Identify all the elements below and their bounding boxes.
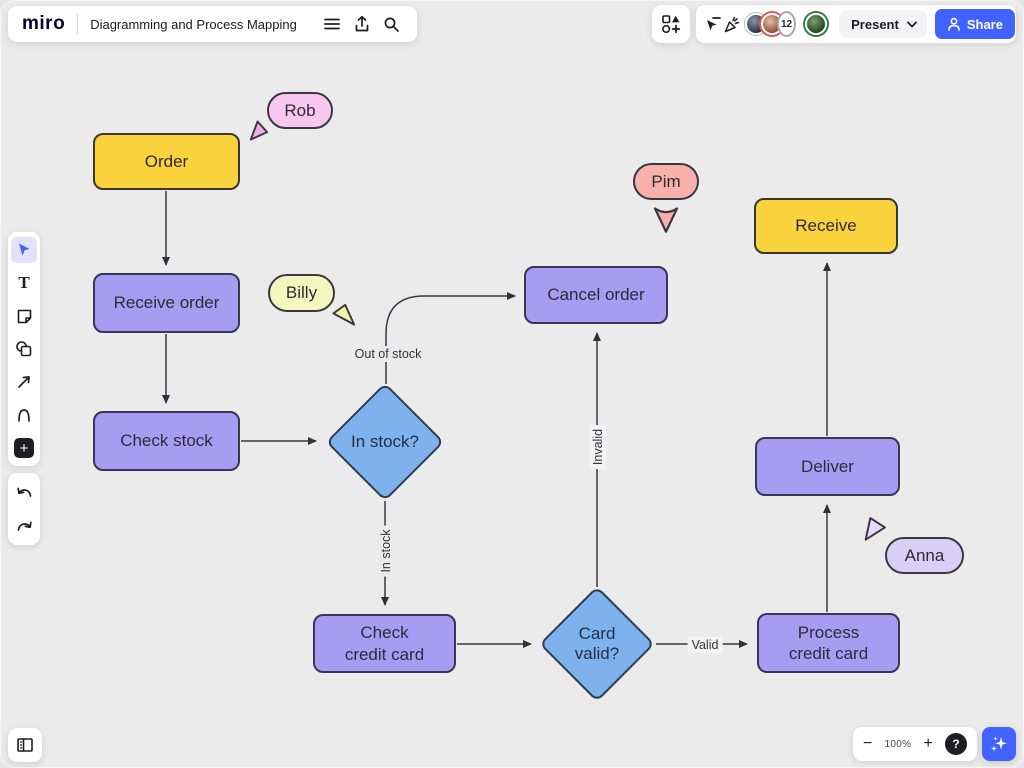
flow-node-check-credit-card[interactable]: Check credit card <box>313 614 456 673</box>
sticky-note-icon <box>16 308 33 325</box>
flow-node-receive-order[interactable]: Receive order <box>93 273 240 333</box>
search-button[interactable] <box>377 9 407 39</box>
shapes-widgets-icon <box>661 14 681 34</box>
arrow-icon <box>16 374 32 390</box>
zoom-out-button[interactable]: − <box>863 736 872 752</box>
undo-button[interactable] <box>11 479 37 505</box>
online-count-badge[interactable]: 12 <box>779 13 794 35</box>
flow-node-receive[interactable]: Receive <box>754 198 898 254</box>
flow-node-process-credit-card[interactable]: Process credit card <box>757 613 900 673</box>
collaboration-bar: 12 Present Share <box>696 5 1016 43</box>
flow-node-in-stock-decision[interactable]: In stock? <box>343 400 427 484</box>
board-header: miro Diagramming and Process Mapping <box>8 6 417 42</box>
flow-node-deliver[interactable]: Deliver <box>755 437 900 496</box>
flow-node-order[interactable]: Order <box>93 133 240 190</box>
collaborator-cursor-pim <box>650 204 682 235</box>
flow-node-cancel-order[interactable]: Cancel order <box>524 266 668 324</box>
board-title[interactable]: Diagramming and Process Mapping <box>90 17 297 32</box>
export-icon <box>353 15 371 33</box>
undo-redo-panel <box>8 473 40 545</box>
avatar-current-user[interactable] <box>805 13 827 35</box>
present-button[interactable]: Present <box>839 10 927 38</box>
collaborator-cursors-icon <box>704 15 722 33</box>
shapes-icon <box>15 340 33 358</box>
text-tool-icon: T <box>18 273 29 293</box>
divider <box>77 14 78 34</box>
text-tool[interactable]: T <box>11 270 37 296</box>
share-label: Share <box>967 17 1003 32</box>
ai-assist-button[interactable] <box>982 727 1016 761</box>
redo-icon <box>16 520 33 533</box>
edge-label-valid: Valid <box>688 637 723 653</box>
flow-node-card-valid-decision[interactable]: Card valid? <box>556 603 638 685</box>
frames-panel-button[interactable] <box>8 728 42 762</box>
search-icon <box>383 16 400 33</box>
frames-icon <box>16 737 34 753</box>
help-button[interactable]: ? <box>945 733 967 755</box>
edge-label-out-of-stock: Out of stock <box>351 346 426 362</box>
present-label: Present <box>851 17 899 32</box>
zoom-bar: − 100% + ? <box>853 727 977 761</box>
redo-button[interactable] <box>11 513 37 539</box>
export-button[interactable] <box>347 9 377 39</box>
zoom-in-button[interactable]: + <box>923 736 932 752</box>
chevron-down-icon <box>907 21 917 28</box>
edge-label-in-stock: In stock <box>378 525 394 576</box>
sparkles-icon <box>989 734 1009 754</box>
confetti-icon <box>722 15 741 34</box>
reactions-button[interactable] <box>722 9 741 39</box>
sticky-note-tool[interactable] <box>11 303 37 329</box>
collaborator-cursor-rob <box>248 117 275 144</box>
connector-tool[interactable] <box>11 369 37 395</box>
pen-icon <box>16 407 32 423</box>
collaborator-bubble-billy: Billy <box>268 274 335 312</box>
collaborator-bubble-pim: Pim <box>633 163 699 200</box>
collaborator-bubble-rob: Rob <box>267 92 333 129</box>
zoom-level[interactable]: 100% <box>885 739 912 750</box>
customize-toolbar-button[interactable] <box>652 5 690 43</box>
collaborator-cursor-anna <box>861 514 889 542</box>
undo-icon <box>16 486 33 499</box>
collaborator-cursor-billy <box>330 301 357 328</box>
flow-node-check-stock[interactable]: Check stock <box>93 411 240 471</box>
add-tools-button[interactable]: + <box>11 435 37 461</box>
collaborator-bubble-anna: Anna <box>885 537 964 574</box>
creation-toolbar: T + <box>8 232 40 466</box>
share-button[interactable]: Share <box>935 9 1015 39</box>
cursors-toggle-button[interactable] <box>704 9 722 39</box>
select-cursor-icon <box>16 242 32 258</box>
pen-tool[interactable] <box>11 402 37 428</box>
decision-label: In stock? <box>343 400 427 484</box>
miro-board-window: Order Receive order Check stock Cancel o… <box>0 0 1024 768</box>
select-tool[interactable] <box>11 237 37 263</box>
edge-label-invalid: Invalid <box>590 425 606 469</box>
menu-icon <box>323 17 341 31</box>
miro-logo[interactable]: miro <box>22 13 77 35</box>
main-menu-button[interactable] <box>317 9 347 39</box>
plus-icon: + <box>14 438 34 458</box>
decision-label: Card valid? <box>556 603 638 685</box>
shapes-tool[interactable] <box>11 336 37 362</box>
add-person-icon <box>947 17 961 31</box>
